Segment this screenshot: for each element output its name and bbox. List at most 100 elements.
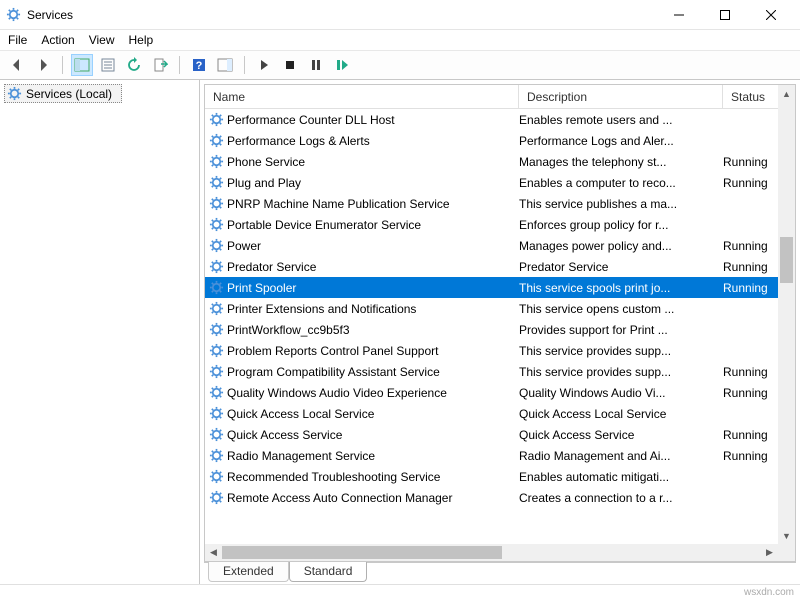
tree-root-services-local[interactable]: Services (Local) xyxy=(4,84,122,103)
window-controls xyxy=(656,1,794,29)
toolbar-separator xyxy=(62,56,63,74)
scroll-left-arrow-icon[interactable]: ◀ xyxy=(205,544,222,561)
service-row[interactable]: Quick Access ServiceQuick Access Service… xyxy=(205,424,795,445)
vertical-scroll-thumb[interactable] xyxy=(780,237,793,283)
window-title-area: Services xyxy=(6,7,656,22)
tab-extended[interactable]: Extended xyxy=(208,562,289,582)
tab-standard[interactable]: Standard xyxy=(289,562,368,582)
service-name-cell: Radio Management Service xyxy=(205,448,519,463)
gear-icon xyxy=(209,448,224,463)
column-header-description[interactable]: Description xyxy=(519,85,723,109)
service-row[interactable]: Print SpoolerThis service spools print j… xyxy=(205,277,795,298)
service-row[interactable]: Problem Reports Control Panel SupportThi… xyxy=(205,340,795,361)
service-row[interactable]: Program Compatibility Assistant ServiceT… xyxy=(205,361,795,382)
gear-icon xyxy=(209,238,224,253)
tree-pane: Services (Local) xyxy=(0,80,200,584)
gear-icon xyxy=(209,196,224,211)
body: Services (Local) Name Description Status… xyxy=(0,80,800,584)
service-name-label: Quality Windows Audio Video Experience xyxy=(227,386,447,400)
export-list-button[interactable] xyxy=(149,54,171,76)
service-row[interactable]: Predator ServicePredator ServiceRunning xyxy=(205,256,795,277)
toolbar-separator xyxy=(179,56,180,74)
menu-action[interactable]: Action xyxy=(41,33,74,47)
stop-service-button[interactable] xyxy=(279,54,301,76)
service-name-cell: Performance Logs & Alerts xyxy=(205,133,519,148)
service-name-label: Problem Reports Control Panel Support xyxy=(227,344,438,358)
vertical-scrollbar[interactable]: ▲ ▼ xyxy=(778,85,795,544)
pause-service-button[interactable] xyxy=(305,54,327,76)
refresh-button[interactable] xyxy=(123,54,145,76)
service-description-cell: Enables a computer to reco... xyxy=(519,176,723,190)
service-row[interactable]: PowerManages power policy and...Running xyxy=(205,235,795,256)
service-row[interactable]: Phone ServiceManages the telephony st...… xyxy=(205,151,795,172)
service-description-cell: Predator Service xyxy=(519,260,723,274)
maximize-button[interactable] xyxy=(702,1,748,29)
horizontal-scrollbar[interactable]: ◀ ▶ xyxy=(205,544,778,561)
start-service-button[interactable] xyxy=(253,54,275,76)
menu-view[interactable]: View xyxy=(89,33,115,47)
gear-icon xyxy=(209,133,224,148)
gear-icon xyxy=(209,364,224,379)
gear-icon xyxy=(209,280,224,295)
service-name-label: Predator Service xyxy=(227,260,316,274)
gear-icon xyxy=(209,385,224,400)
vertical-scroll-track[interactable] xyxy=(778,102,795,527)
service-row[interactable]: PrintWorkflow_cc9b5f3Provides support fo… xyxy=(205,319,795,340)
service-description-cell: Quick Access Service xyxy=(519,428,723,442)
service-name-cell: Performance Counter DLL Host xyxy=(205,112,519,127)
scroll-down-arrow-icon[interactable]: ▼ xyxy=(778,527,795,544)
service-name-label: Portable Device Enumerator Service xyxy=(227,218,421,232)
column-header-name[interactable]: Name xyxy=(205,85,519,109)
menu-help[interactable]: Help xyxy=(129,33,154,47)
service-description-cell: Manages power policy and... xyxy=(519,239,723,253)
service-name-cell: Quick Access Local Service xyxy=(205,406,519,421)
service-row[interactable]: Printer Extensions and NotificationsThis… xyxy=(205,298,795,319)
nav-forward-button[interactable] xyxy=(32,54,54,76)
service-row[interactable]: Quick Access Local ServiceQuick Access L… xyxy=(205,403,795,424)
service-description-cell: Enables remote users and ... xyxy=(519,113,723,127)
service-name-cell: PrintWorkflow_cc9b5f3 xyxy=(205,322,519,337)
horizontal-scroll-thumb[interactable] xyxy=(222,546,502,559)
service-name-cell: Plug and Play xyxy=(205,175,519,190)
restart-service-button[interactable] xyxy=(331,54,353,76)
tree-root-label: Services (Local) xyxy=(26,87,112,101)
service-name-label: Print Spooler xyxy=(227,281,296,295)
minimize-button[interactable] xyxy=(656,1,702,29)
scroll-up-arrow-icon[interactable]: ▲ xyxy=(778,85,795,102)
menu-bar: File Action View Help xyxy=(0,30,800,50)
service-description-cell: Radio Management and Ai... xyxy=(519,449,723,463)
service-row[interactable]: Portable Device Enumerator ServiceEnforc… xyxy=(205,214,795,235)
service-row[interactable]: Performance Counter DLL HostEnables remo… xyxy=(205,109,795,130)
service-row[interactable]: Performance Logs & AlertsPerformance Log… xyxy=(205,130,795,151)
close-button[interactable] xyxy=(748,1,794,29)
service-row[interactable]: Radio Management Service Radio Management… xyxy=(205,445,795,466)
service-name-cell: Predator Service xyxy=(205,259,519,274)
properties-button[interactable] xyxy=(97,54,119,76)
service-row[interactable]: Plug and Play Enables a computer to reco.… xyxy=(205,172,795,193)
show-hide-tree-button[interactable] xyxy=(71,54,93,76)
nav-back-button[interactable] xyxy=(6,54,28,76)
gear-icon xyxy=(209,406,224,421)
scrollbar-corner xyxy=(778,544,795,561)
show-hide-action-pane-button[interactable] xyxy=(214,54,236,76)
service-row[interactable]: Recommended Troubleshooting ServiceEnabl… xyxy=(205,466,795,487)
service-description-cell: This service opens custom ... xyxy=(519,302,723,316)
gear-icon xyxy=(209,322,224,337)
help-button[interactable]: ? xyxy=(188,54,210,76)
service-name-cell: Problem Reports Control Panel Support xyxy=(205,343,519,358)
service-description-cell: Performance Logs and Aler... xyxy=(519,134,723,148)
service-name-cell: Phone Service xyxy=(205,154,519,169)
gear-icon xyxy=(209,490,224,505)
scroll-right-arrow-icon[interactable]: ▶ xyxy=(761,544,778,561)
service-name-label: Radio Management Service xyxy=(227,449,375,463)
service-name-label: Plug and Play xyxy=(227,176,301,190)
toolbar-separator xyxy=(244,56,245,74)
service-description-cell: This service publishes a ma... xyxy=(519,197,723,211)
service-row[interactable]: Remote Access Auto Connection ManagerCre… xyxy=(205,487,795,508)
horizontal-scroll-track[interactable] xyxy=(222,544,761,561)
service-row[interactable]: Quality Windows Audio Video ExperienceQu… xyxy=(205,382,795,403)
service-name-label: Program Compatibility Assistant Service xyxy=(227,365,440,379)
gear-icon xyxy=(209,427,224,442)
menu-file[interactable]: File xyxy=(8,33,27,47)
service-row[interactable]: PNRP Machine Name Publication ServiceThi… xyxy=(205,193,795,214)
